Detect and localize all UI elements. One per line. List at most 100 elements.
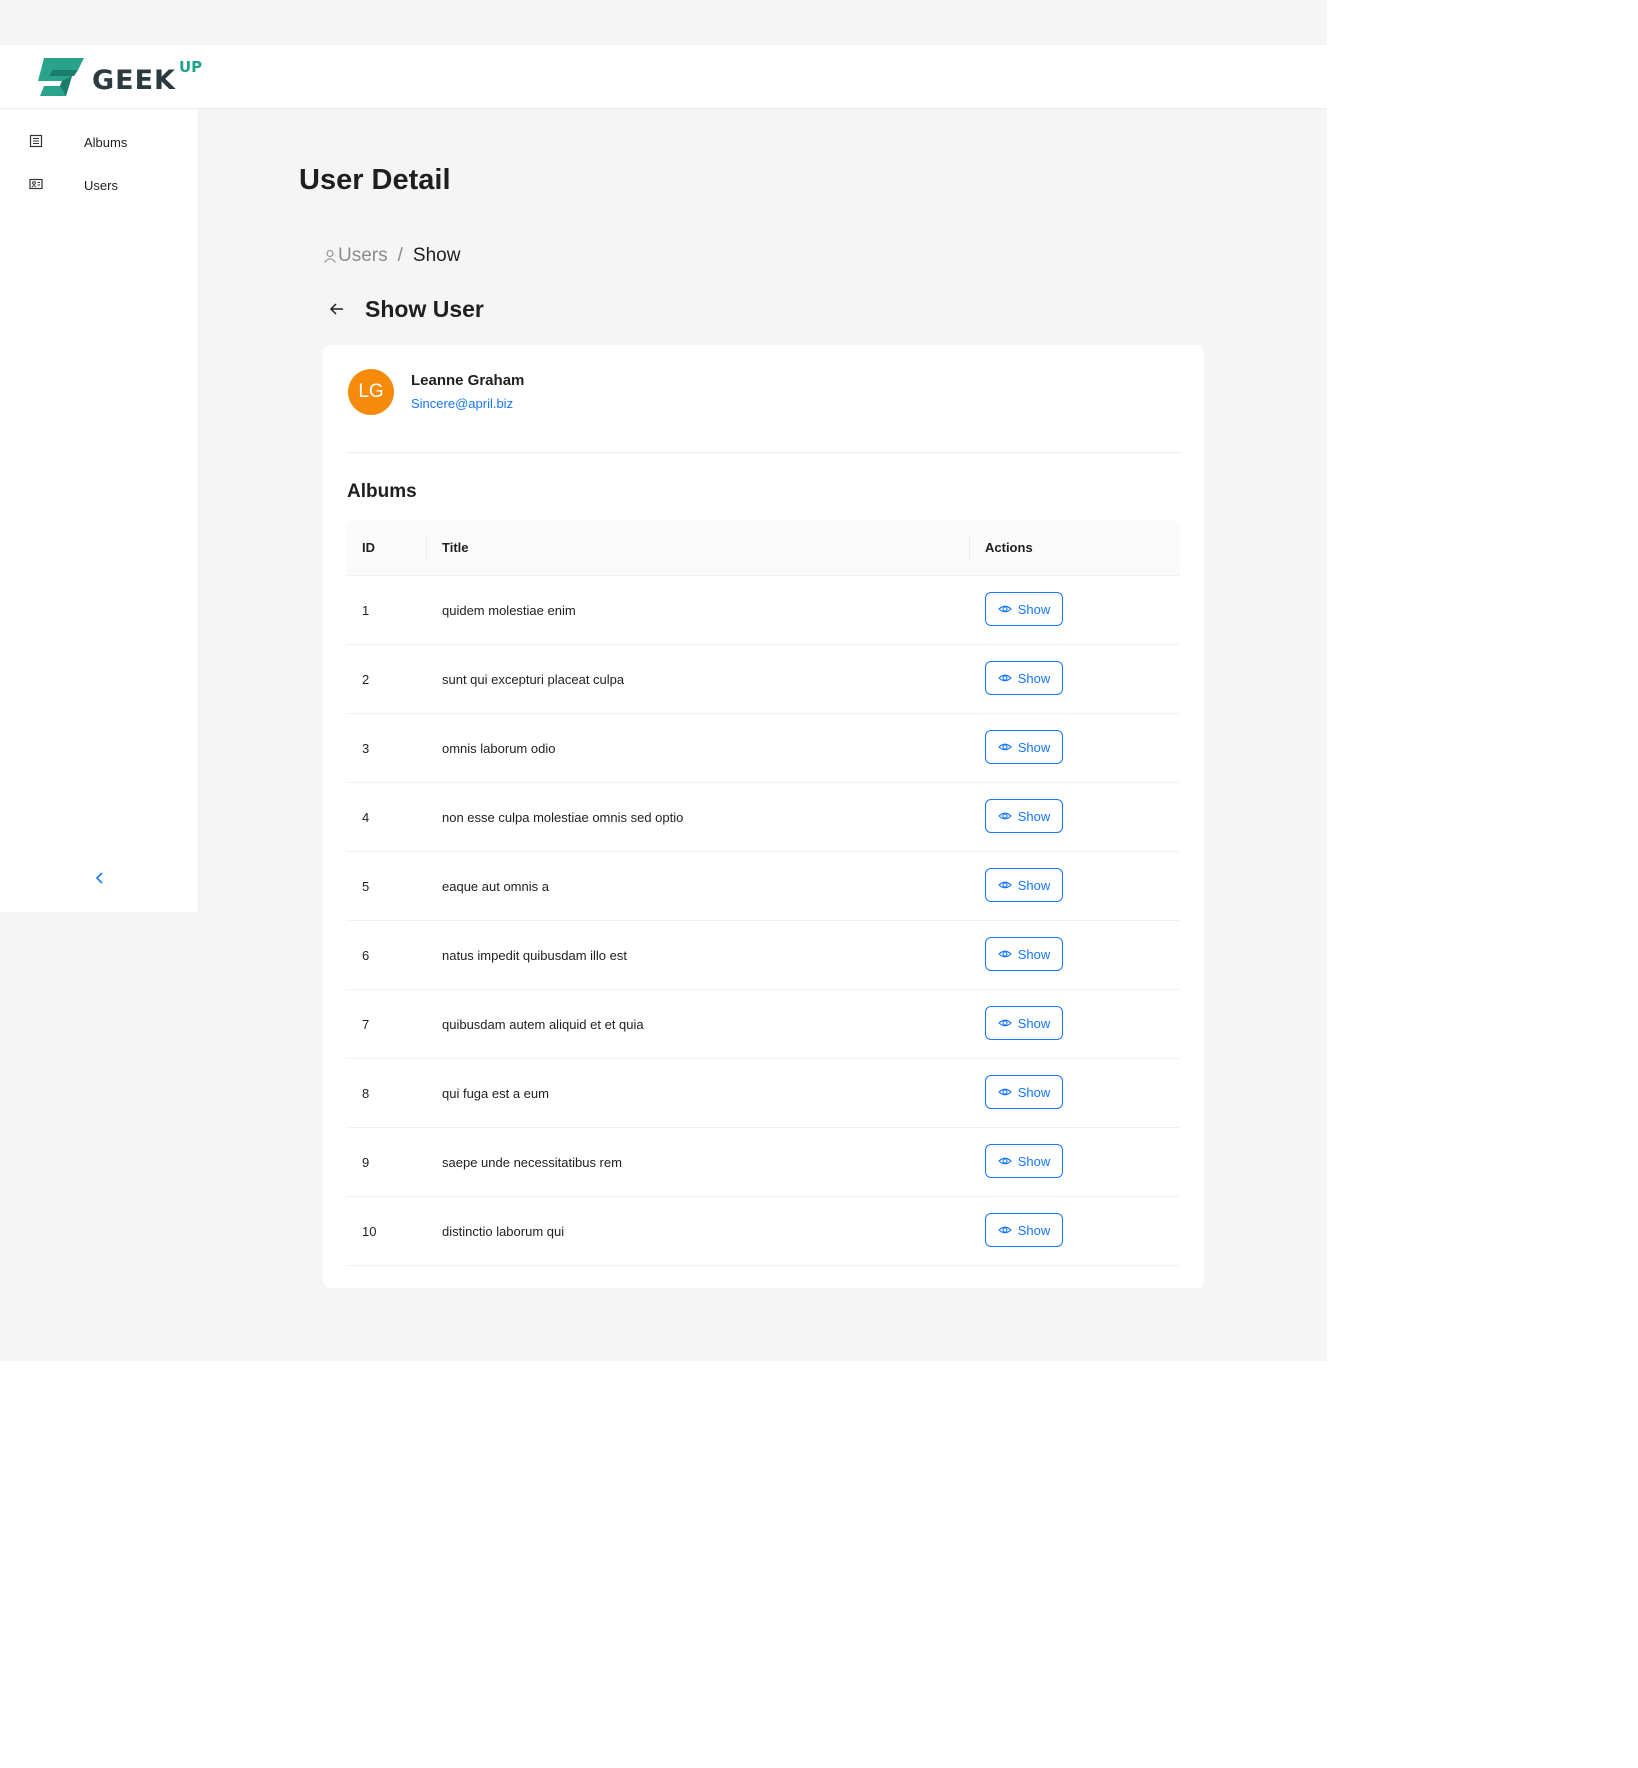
album-id: 8 xyxy=(362,1085,370,1101)
album-title: distinctio laborum qui xyxy=(442,1223,565,1239)
table-row: 10 distinctio laborum qui Show xyxy=(346,1197,1180,1266)
show-button-label: Show xyxy=(1017,1222,1051,1238)
album-id: 6 xyxy=(362,947,370,963)
show-button-label: Show xyxy=(1017,877,1051,893)
eye-icon xyxy=(997,743,1012,751)
album-id: 7 xyxy=(362,1016,370,1032)
album-id: 4 xyxy=(362,809,370,825)
top-header: GEEK UP xyxy=(0,45,1327,109)
breadcrumb: Users / Show xyxy=(323,244,460,268)
eye-icon xyxy=(997,605,1012,613)
sidebar: Albums Users xyxy=(0,109,199,912)
album-title: saepe unde necessitatibus rem xyxy=(442,1154,622,1170)
album-id: 2 xyxy=(362,671,370,687)
album-title: quidem molestiae enim xyxy=(442,602,576,618)
show-album-button[interactable]: Show xyxy=(985,1213,1063,1247)
page-title: User Detail xyxy=(299,164,451,196)
breadcrumb-users-label: Users xyxy=(338,245,388,266)
album-title: omnis laborum odio xyxy=(442,740,556,756)
brand-superscript: UP xyxy=(178,58,203,76)
sidebar-item-label: Albums xyxy=(84,134,128,150)
album-title: natus impedit quibusdam illo est xyxy=(442,947,627,963)
show-album-button[interactable]: Show xyxy=(985,661,1063,695)
user-email-link[interactable]: Sincere@april.biz xyxy=(411,396,513,411)
brand-name: GEEK xyxy=(92,64,176,96)
album-icon xyxy=(29,134,43,148)
table-row: 3 omnis laborum odio Show xyxy=(346,714,1180,783)
eye-icon xyxy=(997,674,1012,682)
breadcrumb-users-link[interactable]: Users xyxy=(323,245,388,267)
eye-icon xyxy=(997,812,1012,820)
show-header: Show User xyxy=(328,294,484,324)
user-card: LG Leanne Graham Sincere@april.biz Album… xyxy=(323,345,1204,1288)
show-album-button[interactable]: Show xyxy=(985,1075,1063,1109)
album-title: non esse culpa molestiae omnis sed optio xyxy=(442,809,684,825)
show-album-button[interactable]: Show xyxy=(985,1006,1063,1040)
user-icon xyxy=(324,249,336,263)
eye-icon xyxy=(997,1226,1012,1234)
album-id: 9 xyxy=(362,1154,370,1170)
breadcrumb-current: Show xyxy=(412,245,461,266)
column-header-actions: Actions xyxy=(985,540,1033,555)
show-album-button[interactable]: Show xyxy=(985,868,1063,902)
table-row: 8 qui fuga est a eum Show xyxy=(346,1059,1180,1128)
breadcrumb-separator: / xyxy=(397,245,403,266)
albums-heading: Albums xyxy=(347,481,417,502)
show-album-button[interactable]: Show xyxy=(985,592,1063,626)
show-album-button[interactable]: Show xyxy=(985,937,1063,971)
show-button-label: Show xyxy=(1017,1084,1051,1100)
eye-icon xyxy=(997,1157,1012,1165)
user-name: Leanne Graham xyxy=(411,372,525,389)
column-header-id: ID xyxy=(362,540,375,555)
table-row: 1 quidem molestiae enim Show xyxy=(346,576,1180,645)
geekup-logo[interactable]: GEEK UP xyxy=(38,56,202,98)
sidebar-item-albums[interactable]: Albums xyxy=(0,122,198,162)
table-row: 9 saepe unde necessitatibus rem Show xyxy=(346,1128,1180,1197)
show-title: Show User xyxy=(365,295,484,322)
table-header: ID Title Actions xyxy=(346,520,1180,576)
user-card-icon xyxy=(29,177,43,191)
table-row: 5 eaque aut omnis a Show xyxy=(346,852,1180,921)
album-id: 3 xyxy=(362,740,370,756)
eye-icon xyxy=(997,1019,1012,1027)
show-album-button[interactable]: Show xyxy=(985,799,1063,833)
album-id: 5 xyxy=(362,878,370,894)
logo-mark-icon xyxy=(38,58,84,96)
app-background: GEEK UP Albums Users User Detail Users /… xyxy=(0,0,1327,1361)
album-title: sunt qui excepturi placeat culpa xyxy=(442,671,625,687)
album-title: quibusdam autem aliquid et et quia xyxy=(442,1016,644,1032)
albums-table: ID Title Actions 1 quidem molestiae enim… xyxy=(346,520,1180,1266)
back-button[interactable] xyxy=(328,299,348,319)
show-button-label: Show xyxy=(1017,739,1051,755)
table-row: 4 non esse culpa molestiae omnis sed opt… xyxy=(346,783,1180,852)
table-row: 2 sunt qui excepturi placeat culpa Show xyxy=(346,645,1180,714)
album-title: eaque aut omnis a xyxy=(442,878,549,894)
show-button-label: Show xyxy=(1017,601,1051,617)
sidebar-item-users[interactable]: Users xyxy=(0,165,198,205)
show-button-label: Show xyxy=(1017,1153,1051,1169)
table-row: 7 quibusdam autem aliquid et et quia Sho… xyxy=(346,990,1180,1059)
show-button-label: Show xyxy=(1017,808,1051,824)
column-separator xyxy=(426,537,427,559)
show-button-label: Show xyxy=(1017,670,1051,686)
album-id: 1 xyxy=(362,602,370,618)
show-album-button[interactable]: Show xyxy=(985,1144,1063,1178)
table-body: 1 quidem molestiae enim Show 2 sunt qui … xyxy=(346,576,1180,1266)
table-row: 6 natus impedit quibusdam illo est Show xyxy=(346,921,1180,990)
sidebar-collapse-button[interactable] xyxy=(88,866,112,890)
eye-icon xyxy=(997,881,1012,889)
show-album-button[interactable]: Show xyxy=(985,730,1063,764)
eye-icon xyxy=(997,1088,1012,1096)
eye-icon xyxy=(997,950,1012,958)
album-title: qui fuga est a eum xyxy=(442,1085,549,1101)
chevron-left-icon xyxy=(95,872,103,884)
column-header-title: Title xyxy=(442,540,469,555)
arrow-left-icon xyxy=(329,303,343,315)
show-button-label: Show xyxy=(1017,1015,1051,1031)
album-id: 10 xyxy=(362,1223,377,1239)
sidebar-item-label: Users xyxy=(84,177,118,193)
avatar: LG xyxy=(348,369,394,415)
column-separator xyxy=(969,537,970,559)
divider xyxy=(346,452,1180,453)
show-button-label: Show xyxy=(1017,946,1051,962)
